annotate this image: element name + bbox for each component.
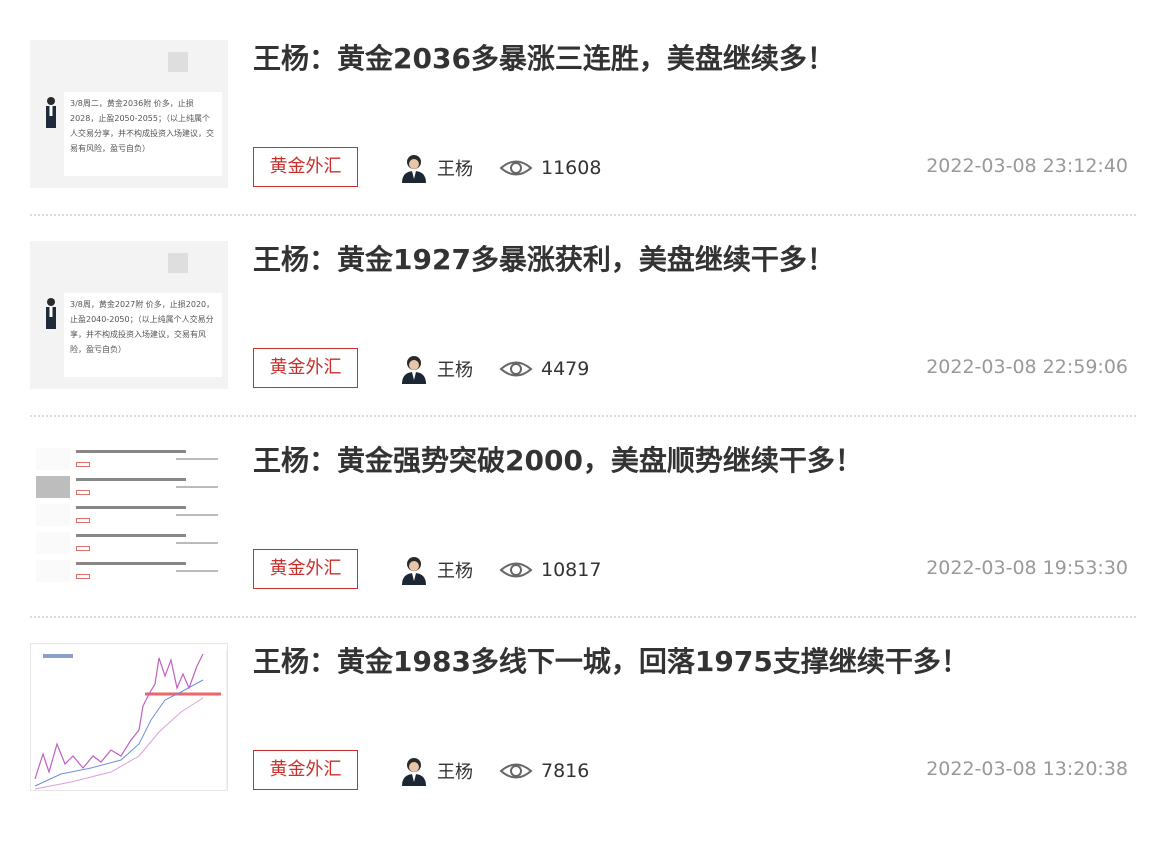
avatar-icon [402, 356, 426, 384]
article-title[interactable]: 王杨：黄金强势突破2000，美盘顺势继续干多！ [253, 442, 1133, 480]
view-count: 11608 [541, 157, 602, 179]
author[interactable]: 王杨 [399, 354, 473, 384]
category-tag[interactable]: 黄金外汇 [253, 147, 358, 187]
article-title[interactable]: 王杨：黄金1983多线下一城，回落1975支撑继续干多！ [253, 643, 1133, 681]
thumbnail-line [76, 562, 186, 565]
publish-time: 2022-03-08 13:20:38 [926, 758, 1128, 780]
thumbnail-row [36, 558, 222, 584]
thumbnail-row [36, 502, 222, 528]
article-title[interactable]: 王杨：黄金1927多暴涨获利，美盘继续干多！ [253, 241, 1133, 279]
thumbnail-row [36, 446, 222, 472]
publish-time: 2022-03-08 19:53:30 [926, 557, 1128, 579]
thumbnail-tag [76, 518, 90, 523]
eye-icon [499, 763, 533, 779]
avatar-icon [402, 155, 426, 183]
author-name: 王杨 [437, 561, 473, 582]
article-thumbnail[interactable] [30, 643, 228, 791]
thumbnail-row [36, 474, 222, 500]
list-item: 王杨：黄金1983多线下一城，回落1975支撑继续干多！ 黄金外汇 王杨 781… [30, 643, 1136, 844]
view-count-group: 4479 [499, 354, 589, 384]
list-item: 3/8周，黄金2027附 价多，止损2020，止盈2040-2050；（以上纯属… [30, 241, 1136, 442]
thumbnail-date [176, 458, 218, 460]
thumbnail-row [36, 530, 222, 556]
article-list: 3/8周二，黄金2036附 价多，止损2028，止盈2050-2055；（以上纯… [30, 40, 1136, 844]
article-thumbnail[interactable]: 3/8周二，黄金2036附 价多，止损2028，止盈2050-2055；（以上纯… [30, 40, 228, 188]
thumbnail-mini-chart [36, 448, 70, 470]
article-meta: 黄金外汇 王杨 7816 2022-03-08 13:20:38 [253, 750, 1128, 790]
thumbnail-tag [76, 574, 90, 579]
view-count-group: 7816 [499, 756, 589, 786]
article-meta: 黄金外汇 王杨 10817 2022-03-08 19:53:30 [253, 549, 1128, 589]
author-name: 王杨 [437, 762, 473, 783]
publish-time: 2022-03-08 22:59:06 [926, 356, 1128, 378]
eye-icon [499, 361, 533, 377]
thumbnail-stamp [168, 52, 188, 72]
author[interactable]: 王杨 [399, 153, 473, 183]
article-meta: 黄金外汇 王杨 11608 2022-03-08 23:12:40 [253, 147, 1128, 187]
thumbnail-date [176, 486, 218, 488]
thumbnail-tag [76, 462, 90, 467]
view-count-group: 11608 [499, 153, 601, 183]
thumbnail-line [76, 534, 186, 537]
thumbnail-date [176, 542, 218, 544]
list-item: 3/8周二，黄金2036附 价多，止损2028，止盈2050-2055；（以上纯… [30, 40, 1136, 241]
list-item: 王杨：黄金强势突破2000，美盘顺势继续干多！ 黄金外汇 王杨 10817 20… [30, 442, 1136, 643]
divider [30, 616, 1136, 618]
thumbnail-mini-chart [36, 476, 70, 498]
article-thumbnail[interactable] [30, 442, 228, 590]
article-meta: 黄金外汇 王杨 4479 2022-03-08 22:59:06 [253, 348, 1128, 388]
view-count-group: 10817 [499, 555, 601, 585]
person-figure-icon [46, 298, 56, 329]
thumbnail-stamp [168, 253, 188, 273]
thumbnail-tag [76, 490, 90, 495]
divider [30, 415, 1136, 417]
author-name: 王杨 [437, 360, 473, 381]
category-tag[interactable]: 黄金外汇 [253, 348, 358, 388]
divider [30, 214, 1136, 216]
thumbnail-tag [76, 546, 90, 551]
publish-time: 2022-03-08 23:12:40 [926, 155, 1128, 177]
author-name: 王杨 [437, 159, 473, 180]
author[interactable]: 王杨 [399, 555, 473, 585]
person-figure-icon [46, 97, 56, 128]
article-thumbnail[interactable]: 3/8周，黄金2027附 价多，止损2020，止盈2040-2050；（以上纯属… [30, 241, 228, 389]
category-tag[interactable]: 黄金外汇 [253, 750, 358, 790]
article-title[interactable]: 王杨：黄金2036多暴涨三连胜，美盘继续多！ [253, 40, 1133, 78]
thumbnail-mini-chart [36, 532, 70, 554]
thumbnail-price-chart [34, 650, 227, 790]
thumbnail-mini-chart [36, 504, 70, 526]
view-count: 4479 [541, 358, 590, 380]
eye-icon [499, 562, 533, 578]
eye-icon [499, 160, 533, 176]
thumbnail-line [76, 478, 186, 481]
thumbnail-mini-chart [36, 560, 70, 582]
thumbnail-text: 3/8周二，黄金2036附 价多，止损2028，止盈2050-2055；（以上纯… [64, 92, 222, 176]
thumbnail-line [76, 450, 186, 453]
thumbnail-line [76, 506, 186, 509]
category-tag[interactable]: 黄金外汇 [253, 549, 358, 589]
thumbnail-date [176, 514, 218, 516]
author[interactable]: 王杨 [399, 756, 473, 786]
avatar-icon [402, 758, 426, 786]
view-count: 7816 [541, 760, 590, 782]
view-count: 10817 [541, 559, 602, 581]
thumbnail-date [176, 570, 218, 572]
thumbnail-text: 3/8周，黄金2027附 价多，止损2020，止盈2040-2050；（以上纯属… [64, 293, 222, 377]
avatar-icon [402, 557, 426, 585]
